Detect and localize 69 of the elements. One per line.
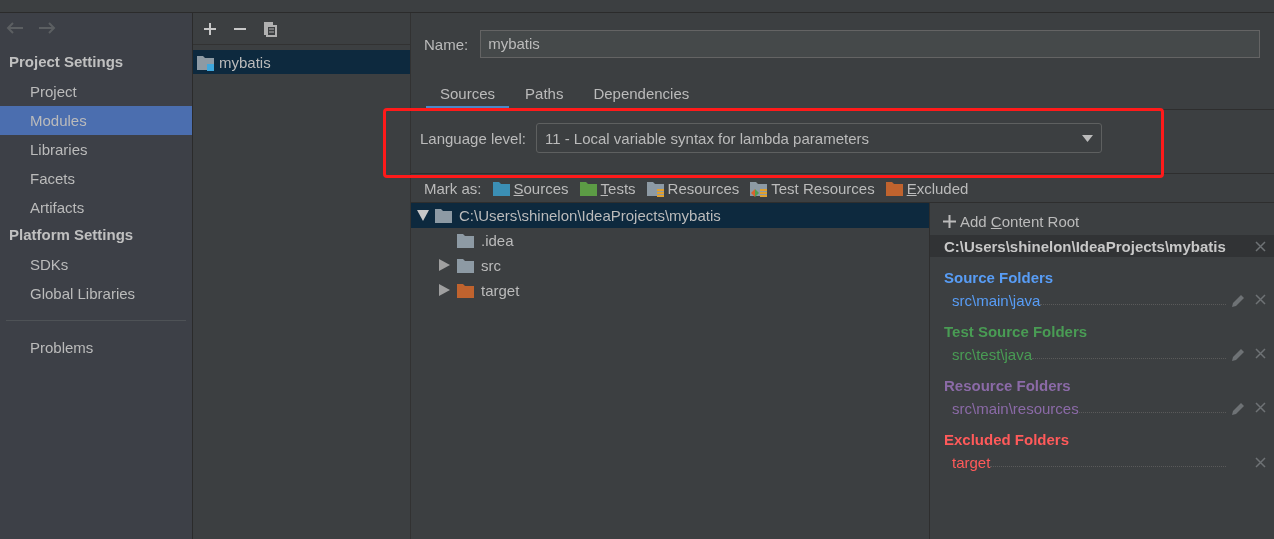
- folder-icon: [435, 207, 453, 224]
- folder-icon: [457, 257, 475, 274]
- module-name: mybatis: [219, 53, 271, 71]
- folder-path: src\main\java: [952, 291, 1041, 309]
- collapse-arrow-icon[interactable]: [439, 259, 450, 271]
- name-label: Name:: [424, 35, 469, 53]
- add-icon: [943, 214, 956, 228]
- tree-row[interactable]: src: [411, 253, 929, 278]
- tree-label: target: [481, 282, 520, 299]
- sidebar-item[interactable]: Project: [0, 77, 192, 106]
- section-header: Platform Settings: [8, 225, 135, 245]
- sidebar-item[interactable]: Problems: [0, 333, 192, 362]
- folder-icon: [457, 232, 475, 249]
- content-root-path: C:\Users\shinelon\IdeaProjects\mybatis: [944, 237, 1226, 255]
- language-level-label: Language level:: [420, 129, 526, 147]
- sidebar-item[interactable]: Facets: [0, 164, 192, 193]
- expand-arrow-icon[interactable]: [417, 210, 429, 221]
- close-icon[interactable]: [1255, 401, 1266, 413]
- edit-icon[interactable]: [1232, 293, 1245, 307]
- add-icon[interactable]: [202, 20, 218, 37]
- name-field[interactable]: mybatis: [480, 30, 1260, 58]
- mark-as-option[interactable]: Resources: [646, 179, 740, 197]
- tab[interactable]: Sources: [426, 81, 510, 109]
- sidebar-item[interactable]: Global Libraries: [0, 279, 192, 308]
- tab[interactable]: Dependencies: [579, 81, 704, 109]
- folder-group-title: Test Source Folders: [944, 323, 1089, 342]
- sidebar-item[interactable]: Artifacts: [0, 193, 192, 222]
- close-icon[interactable]: [1255, 347, 1266, 359]
- module-folder-icon: [197, 53, 215, 71]
- language-level-dropdown[interactable]: 11 - Local variable syntax for lambda parameters: [535, 123, 1102, 153]
- tree-label: C:\Users\shinelon\IdeaProjects\mybatis: [459, 207, 721, 224]
- close-icon[interactable]: [1255, 293, 1266, 305]
- folder-group-title: Source Folders: [944, 269, 1055, 288]
- tree-row[interactable]: C:\Users\shinelon\IdeaProjects\mybatis: [411, 203, 929, 228]
- folder-icon: [579, 179, 598, 197]
- copy-icon[interactable]: [262, 20, 278, 37]
- mark-as-label: Mark as:: [424, 179, 482, 197]
- sidebar-item[interactable]: Libraries: [0, 135, 192, 164]
- folder-icon: [646, 179, 665, 197]
- collapse-arrow-icon[interactable]: [439, 284, 450, 296]
- mark-as-option[interactable]: Test Resources: [750, 179, 875, 197]
- folder-path: src\main\resources: [952, 399, 1079, 417]
- module-item[interactable]: mybatis: [193, 50, 410, 74]
- edit-icon[interactable]: [1232, 347, 1245, 361]
- edit-icon[interactable]: [1232, 401, 1245, 415]
- folder-icon: [750, 179, 769, 197]
- tree-row[interactable]: target: [411, 278, 929, 303]
- folder-icon: [457, 282, 475, 299]
- mark-as-option[interactable]: Sources: [492, 179, 569, 197]
- tab[interactable]: Paths: [511, 81, 578, 109]
- folder-icon: [492, 179, 511, 197]
- folder-group-title: Excluded Folders: [944, 431, 1071, 450]
- dropdown-arrow-icon: [1081, 134, 1093, 142]
- forward-icon[interactable]: [38, 21, 56, 35]
- mark-as-option[interactable]: Tests: [579, 179, 636, 197]
- sidebar-item[interactable]: SDKs: [0, 250, 192, 279]
- close-icon[interactable]: [1255, 240, 1266, 252]
- tree-label: src: [481, 257, 501, 274]
- add-content-root-button[interactable]: Add Content Root: [943, 211, 1274, 231]
- back-icon[interactable]: [6, 21, 24, 35]
- tree-row[interactable]: .idea: [411, 228, 929, 253]
- close-icon[interactable]: [1255, 456, 1266, 468]
- folder-path: target: [952, 453, 991, 471]
- tree-label: .idea: [481, 232, 514, 249]
- section-header: Project Settings: [8, 52, 125, 72]
- folder-path: src\test\java: [952, 345, 1033, 363]
- folder-group-title: Resource Folders: [944, 377, 1072, 396]
- mark-as-option[interactable]: Excluded: [885, 179, 969, 197]
- folder-icon: [885, 179, 904, 197]
